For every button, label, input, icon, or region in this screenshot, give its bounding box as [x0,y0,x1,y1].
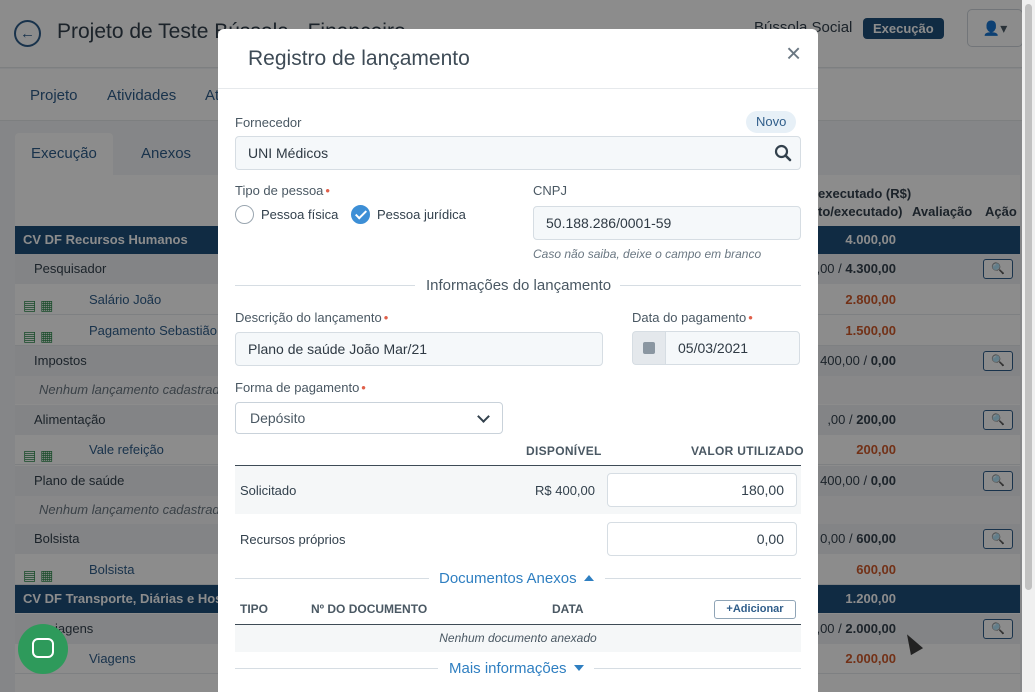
fund-used-input[interactable]: 180,00 [607,473,797,507]
section-info-title: Informações do lançamento [426,277,612,294]
documents-toggle[interactable]: Documentos Anexos [439,570,594,587]
divider [594,668,801,669]
caret-up-icon [583,575,594,581]
radio-label: Pessoa física [261,207,339,222]
divider [235,578,429,579]
supplier-label: Fornecedor [235,115,302,130]
supplier-field[interactable]: UNI Médicos [235,136,801,170]
payment-method-value: Depósito [250,410,306,426]
divider [235,668,438,669]
new-supplier-button[interactable]: Novo [746,111,797,133]
add-document-button[interactable]: +Adicionar [714,600,796,619]
calendar-icon[interactable] [632,331,665,365]
chat-icon[interactable] [18,624,68,674]
search-icon[interactable] [774,144,792,162]
required-marker: • [383,310,389,325]
cnpj-label: CNPJ [533,183,567,198]
fund-row: Solicitado R$ 400,00 180,00 [235,466,801,514]
divider [235,285,415,286]
radio-label: Pessoa jurídica [377,207,466,222]
payment-method-select[interactable]: Depósito [235,402,503,434]
required-marker: • [748,310,753,325]
col-used-header: VALOR UTILIZADO [691,444,804,458]
payment-method-label: Forma de pagamento • [235,380,366,395]
fund-name: Solicitado [240,483,297,498]
chevron-down-icon [477,410,490,423]
payment-method-label-text: Forma de pagamento [235,380,360,395]
payment-date-value: 05/03/2021 [678,340,749,356]
caret-down-icon [573,665,584,671]
add-document-label: Adicionar [732,603,784,615]
more-info-toggle[interactable]: Mais informações [449,660,584,677]
fund-available: R$ 400,00 [535,483,595,498]
person-type-label: Tipo de pessoa • [235,183,330,198]
payment-date-label: Data do pagamento • [632,310,753,325]
payment-date-field[interactable]: 05/03/2021 [665,331,800,365]
payment-date-label-text: Data do pagamento [632,310,747,325]
docs-empty-message: Nenhum documento anexado [235,625,801,652]
required-marker: • [325,183,330,198]
fund-used-input[interactable]: 0,00 [607,522,797,556]
more-info-label: Mais informações [449,660,567,677]
fund-name: Recursos próprios [240,532,346,547]
description-label-text: Descrição do lançamento [235,310,382,325]
documents-toggle-label: Documentos Anexos [439,570,577,587]
fund-row: Recursos próprios 0,00 [235,515,801,563]
launch-register-modal: Registro de lançamento × Fornecedor Novo… [218,29,818,692]
col-available-header: DISPONÍVEL [526,444,602,458]
radio-unchecked-icon[interactable] [235,205,254,224]
doc-col-date: DATA [552,602,584,616]
modal-header: Registro de lançamento × [218,29,818,89]
required-marker: • [361,380,366,395]
cnpj-value: 50.188.286/0001-59 [546,215,672,231]
divider [620,285,801,286]
cnpj-hint: Caso não saiba, deixe o campo em branco [533,247,762,261]
cnpj-field[interactable]: 50.188.286/0001-59 [533,206,801,240]
scrollbar-thumb[interactable] [1025,4,1032,590]
close-icon[interactable]: × [786,40,801,66]
modal-title: Registro de lançamento [248,47,470,70]
description-value: Plano de saúde João Mar/21 [248,341,428,357]
radio-checked-icon[interactable] [351,205,370,224]
person-type-text: Tipo de pessoa [235,183,324,198]
description-label: Descrição do lançamento • [235,310,388,325]
doc-col-type: TIPO [240,602,269,616]
supplier-value: UNI Médicos [248,145,329,161]
scrollbar[interactable] [1022,0,1035,692]
divider [605,578,801,579]
description-field[interactable]: Plano de saúde João Mar/21 [235,332,603,366]
doc-col-number: Nº DO DOCUMENTO [311,602,428,616]
